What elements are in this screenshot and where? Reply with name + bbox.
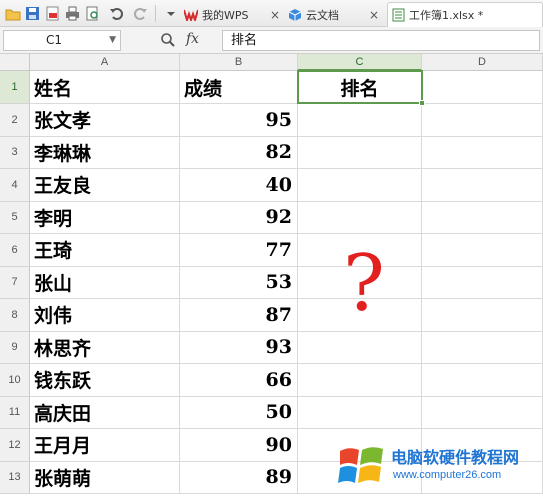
cell-empty[interactable] [422, 71, 543, 104]
tab-label: 工作簿1.xlsx * [409, 9, 484, 22]
cell-name[interactable]: 李琳琳 [30, 136, 180, 169]
insert-function-button[interactable]: fx [186, 31, 199, 47]
close-icon[interactable]: × [270, 8, 280, 22]
cell-rank[interactable] [298, 364, 422, 397]
row-header[interactable]: 1 [0, 71, 30, 104]
row-header[interactable]: 3 [0, 136, 30, 169]
row-header[interactable]: 10 [0, 364, 30, 397]
cell-empty[interactable] [422, 234, 543, 267]
row-header[interactable]: 2 [0, 104, 30, 137]
cell-name[interactable]: 钱东跃 [30, 364, 180, 397]
cell-score[interactable]: 53 [180, 266, 298, 299]
watermark: 电脑软硬件教程网 www.computer26.com [337, 439, 543, 497]
name-box-value: C1 [46, 33, 63, 47]
column-header-a[interactable]: A [30, 54, 180, 71]
cell-score[interactable]: 87 [180, 299, 298, 332]
tab-my-wps[interactable]: 我的WPS × [184, 2, 284, 27]
cell-name[interactable]: 张山 [30, 266, 180, 299]
cell-rank[interactable] [298, 201, 422, 234]
cell-rank[interactable] [298, 331, 422, 364]
cell-empty[interactable] [422, 331, 543, 364]
cell-rank[interactable]: 排名 [298, 71, 422, 104]
cell-name[interactable]: 王友良 [30, 169, 180, 202]
folder-icon[interactable] [4, 5, 21, 22]
print-icon[interactable] [64, 5, 81, 22]
cell-score[interactable]: 82 [180, 136, 298, 169]
cell-score[interactable]: 90 [180, 429, 298, 462]
cell-name[interactable]: 王月月 [30, 429, 180, 462]
column-header-b[interactable]: B [180, 54, 298, 71]
cell-empty[interactable] [422, 136, 543, 169]
cell-rank[interactable] [298, 104, 422, 137]
zoom-search-icon[interactable] [160, 32, 176, 52]
toolbar-separator [155, 5, 156, 22]
cell-name[interactable]: 张文孝 [30, 104, 180, 137]
tab-label: 云文档 [306, 8, 339, 22]
chevron-down-icon[interactable]: ▼ [109, 31, 116, 50]
spreadsheet-icon [391, 8, 405, 22]
select-all-corner[interactable] [0, 54, 30, 71]
tab-workbook[interactable]: 工作簿1.xlsx * [387, 2, 543, 27]
cell-name[interactable]: 高庆田 [30, 396, 180, 429]
cell-score[interactable]: 成绩 [180, 71, 298, 104]
tab-cloud-docs[interactable]: 云文档 × [288, 2, 383, 27]
cell-score[interactable]: 40 [180, 169, 298, 202]
row-header[interactable]: 4 [0, 169, 30, 202]
cell-name[interactable]: 刘伟 [30, 299, 180, 332]
save-icon[interactable] [24, 5, 41, 22]
cell-empty[interactable] [422, 396, 543, 429]
cloud-box-icon [288, 8, 302, 22]
column-header-c[interactable]: C [298, 54, 422, 71]
cell-name[interactable]: 李明 [30, 201, 180, 234]
cell-score[interactable]: 77 [180, 234, 298, 267]
row-header[interactable]: 8 [0, 299, 30, 332]
cell-name[interactable]: 林思齐 [30, 331, 180, 364]
column-header-d[interactable]: D [422, 54, 543, 71]
print-preview-icon[interactable] [84, 5, 101, 22]
watermark-title: 电脑软硬件教程网 [391, 448, 520, 467]
row-header[interactable]: 12 [0, 429, 30, 462]
formula-bar: C1 ▼ fx 排名 [0, 27, 543, 54]
row-header[interactable]: 6 [0, 234, 30, 267]
cell-empty[interactable] [422, 266, 543, 299]
export-pdf-icon[interactable] [44, 5, 61, 22]
cell-empty[interactable] [422, 169, 543, 202]
close-icon[interactable]: × [369, 8, 379, 22]
cell-score[interactable]: 89 [180, 461, 298, 494]
watermark-url: www.computer26.com [393, 469, 502, 481]
undo-icon[interactable] [108, 5, 125, 22]
cell-score[interactable]: 66 [180, 364, 298, 397]
cell-score[interactable]: 93 [180, 331, 298, 364]
cell-empty[interactable] [422, 201, 543, 234]
cell-name[interactable]: 姓名 [30, 71, 180, 104]
redo-icon[interactable] [132, 5, 149, 22]
spreadsheet-grid: A B C D 1 姓名 成绩 排名 2 张文孝 95 3 李琳琳 82 4 王友良 40 5 李明 92 6 王… [0, 54, 543, 497]
cell-name[interactable]: 张萌萌 [30, 461, 180, 494]
cell-empty[interactable] [422, 104, 543, 137]
formula-input[interactable]: 排名 [222, 30, 540, 51]
wps-logo-icon [184, 8, 198, 22]
row-header[interactable]: 7 [0, 266, 30, 299]
cell-score[interactable]: 92 [180, 201, 298, 234]
title-toolbar: 我的WPS × 云文档 × 工作簿1.xlsx * [0, 0, 543, 27]
cell-empty[interactable] [422, 364, 543, 397]
chevron-down-icon[interactable] [162, 5, 179, 22]
cell-rank[interactable] [298, 396, 422, 429]
cell-score[interactable]: 95 [180, 104, 298, 137]
row-header[interactable]: 9 [0, 331, 30, 364]
question-mark-annotation: ? [343, 239, 385, 329]
cell-empty[interactable] [422, 299, 543, 332]
row-header[interactable]: 5 [0, 201, 30, 234]
name-box[interactable]: C1 ▼ [3, 30, 121, 51]
cell-score[interactable]: 50 [180, 396, 298, 429]
cell-rank[interactable] [298, 136, 422, 169]
cell-name[interactable]: 王琦 [30, 234, 180, 267]
cell-rank[interactable] [298, 169, 422, 202]
windows-logo-icon [337, 441, 387, 495]
row-header[interactable]: 13 [0, 461, 30, 494]
tab-label: 我的WPS [202, 8, 249, 22]
row-header[interactable]: 11 [0, 396, 30, 429]
